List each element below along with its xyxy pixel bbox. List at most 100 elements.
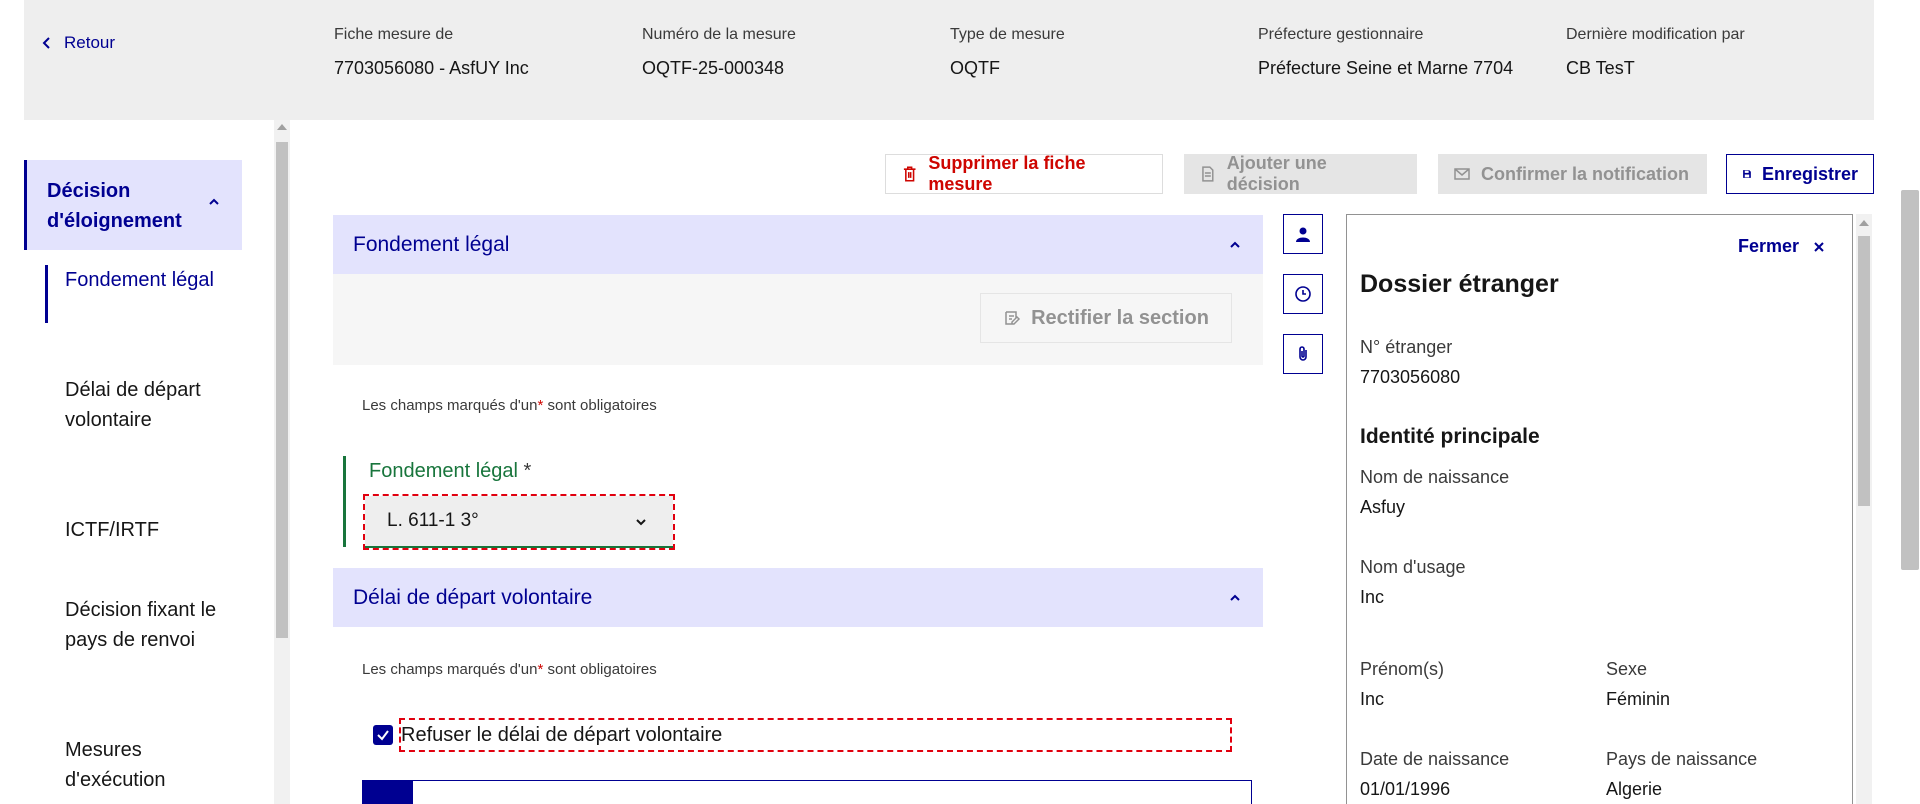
dossier-title: Dossier étranger [1360,270,1559,298]
trash-icon [903,166,916,182]
add-decision-label: Ajouter une décision [1226,153,1327,194]
header-value: CB TesT [1566,58,1635,78]
page: Retour Fiche mesure de 7703056080 - AsfU… [0,0,1920,804]
dossier-panel [1346,214,1853,804]
sidebar-section-title: Décision d'éloignement [47,180,182,232]
close-panel-button[interactable]: Fermer [1738,236,1825,257]
header-value: Préfecture Seine et Marne 7704 [1258,58,1514,78]
check-icon [377,730,389,741]
birth-country-label: Pays de naissance [1606,749,1758,769]
rectify-section-label: Rectifier la section [1031,306,1209,329]
numero-label: N° étranger [1360,337,1453,357]
scroll-up-arrow-icon[interactable] [277,124,287,130]
delete-measure-label: Supprimer la fiche mesure [928,153,1086,194]
header-fiche: Fiche mesure de 7703056080 - AsfUY Inc [334,26,529,79]
numero-value: 7703056080 [1360,367,1461,387]
identity-title: Identité principale [1360,425,1540,448]
sidebar-nav: Décision d'éloignement Fondement légal D… [24,120,274,804]
person-button[interactable] [1283,214,1323,254]
mandatory-suffix: sont obligatoires [547,397,657,414]
required-star: * [523,460,532,482]
header-type: Type de mesure OQTF [950,26,1065,79]
accordion-title: Délai de départ volontaire [353,585,593,609]
header-label: Préfecture gestionnaire [1258,26,1424,43]
birthdate-label: Date de naissance [1360,749,1510,769]
edit-icon [1005,311,1021,325]
refuse-delai-label[interactable]: Refuser le délai de départ volontaire [399,718,1232,752]
delai-detail-box [362,780,1252,804]
mandatory-note: Les champs marqués d'un* sont obligatoir… [362,661,657,678]
mandatory-suffix: sont obligatoires [547,661,657,678]
mandatory-star: * [537,397,544,414]
page-scrollbar[interactable] [1900,0,1920,804]
confirm-notification-button[interactable]: Confirmer la notification [1438,154,1707,194]
scroll-up-arrow-icon[interactable] [1859,220,1869,226]
add-decision-button[interactable]: Ajouter une décision [1184,153,1417,194]
document-icon [1202,166,1214,182]
header-label: Type de mesure [950,26,1065,43]
sidebar-section-decision[interactable]: Décision d'éloignement [24,160,242,250]
sidebar-item-delai[interactable]: Délai de départ volontaire [65,375,235,435]
refuse-delai-row: Refuser le délai de départ volontaire [373,718,1232,752]
close-label: Fermer [1738,236,1800,256]
birthdate-value: 01/01/1996 [1360,779,1451,799]
select-value: L. 611-1 3° [387,510,479,531]
rectify-section-button[interactable]: Rectifier la section [980,293,1232,343]
delete-measure-button[interactable]: Supprimer la fiche mesure [885,153,1163,194]
birth-name-label: Nom de naissance [1360,467,1510,487]
chevron-down-icon [636,519,646,526]
chevron-up-icon [1230,594,1240,601]
person-icon [1296,227,1310,242]
scrollbar-thumb[interactable] [1901,190,1919,570]
header-numero: Numéro de la mesure OQTF-25-000348 [642,26,796,79]
accordion-title: Fondement légal [353,232,510,256]
back-label: Retour [64,33,116,52]
accordion-fondement-header[interactable]: Fondement légal [333,215,1263,274]
sidebar-item-pays-renvoi[interactable]: Décision fixant le pays de renvoi [65,595,235,655]
mandatory-prefix: Les champs marqués d'un [362,397,538,414]
confirm-notification-label: Confirmer la notification [1481,163,1690,184]
fondement-field-label: Fondement légal * [369,460,531,483]
mandatory-note: Les champs marqués d'un* sont obligatoir… [362,397,657,414]
header-label: Fiche mesure de [334,26,454,43]
back-link[interactable]: Retour [40,33,115,53]
sidebar-item-mesures-execution[interactable]: Mesures d'exécution [65,735,235,795]
measure-header: Retour Fiche mesure de 7703056080 - AsfU… [24,0,1874,120]
box-accent [363,781,413,804]
accordion-delai-header[interactable]: Délai de départ volontaire [333,568,1263,627]
sidebar-item-ictf[interactable]: ICTF/IRTF [65,515,235,545]
header-prefecture: Préfecture gestionnaire Préfecture Seine… [1258,26,1513,79]
header-label: Dernière modification par [1566,26,1745,43]
birth-name-value: Asfuy [1360,497,1406,517]
save-label: Enregistrer [1761,163,1858,184]
save-icon [1743,170,1751,178]
fondement-select[interactable]: L. 611-1 3° [363,494,675,550]
header-value: OQTF-25-000348 [642,58,785,78]
sidebar-scrollbar[interactable] [274,120,290,804]
header-label: Numéro de la mesure [642,26,796,43]
refuse-delai-checkbox[interactable] [373,725,393,745]
mandatory-star: * [537,661,544,678]
mail-icon [1454,168,1470,180]
usage-name-value: Inc [1360,587,1385,607]
chevron-up-icon [209,198,219,205]
scrollbar-thumb[interactable] [1858,236,1870,506]
save-button[interactable]: Enregistrer [1726,154,1874,194]
firstname-value: Inc [1360,689,1385,709]
attachments-button[interactable] [1283,334,1323,374]
history-button[interactable] [1283,274,1323,314]
clock-icon [1295,286,1311,302]
chevron-left-icon [42,37,50,49]
field-label-text: Fondement légal [369,460,518,482]
close-icon [1814,241,1824,252]
firstname-label: Prénom(s) [1360,659,1445,679]
chevron-up-icon [1230,241,1240,248]
paperclip-icon [1299,346,1307,361]
sex-value: Féminin [1606,689,1671,709]
panel-scrollbar[interactable] [1856,214,1872,804]
sidebar-item-fondement[interactable]: Fondement légal [45,265,235,323]
mandatory-prefix: Les champs marqués d'un [362,661,538,678]
birth-country-value: Algerie [1606,779,1663,799]
scrollbar-thumb[interactable] [276,142,288,638]
sex-label: Sexe [1606,659,1648,679]
